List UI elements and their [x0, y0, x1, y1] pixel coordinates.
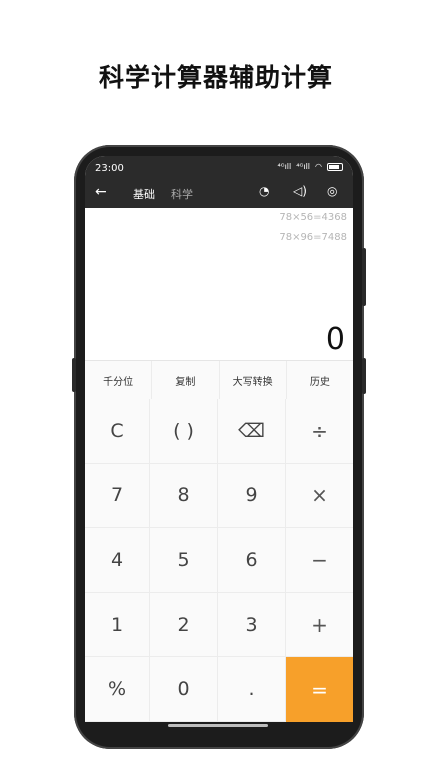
signal-icon-2: ⁴ᴳıll [296, 162, 311, 171]
key-multiply[interactable]: × [286, 464, 353, 529]
status-icons: ⁴ᴳıll ⁴ᴳıll ◠ [277, 162, 343, 171]
wifi-icon: ◠ [315, 162, 322, 171]
result-value: 0 [325, 322, 345, 357]
phone-side-button-right-bottom [362, 358, 366, 394]
sound-icon[interactable]: ◁) [293, 184, 307, 198]
key-clear[interactable]: C [85, 399, 150, 464]
key-parentheses[interactable]: ( ) [150, 399, 218, 464]
phone-side-button-left [72, 358, 76, 392]
key-minus[interactable]: − [286, 528, 353, 593]
thousands-separator-button[interactable]: 千分位 [85, 361, 153, 399]
key-plus[interactable]: + [286, 593, 353, 658]
phone-side-button-right-top [362, 248, 366, 306]
key-1[interactable]: 1 [85, 592, 150, 658]
copy-button[interactable]: 复制 [152, 361, 220, 399]
key-8[interactable]: 8 [150, 463, 218, 529]
key-9[interactable]: 9 [218, 463, 286, 529]
key-backspace[interactable]: ⌫ [218, 399, 286, 464]
uppercase-convert-button[interactable]: 大写转换 [220, 361, 287, 399]
key-4[interactable]: 4 [85, 528, 150, 593]
signal-icon: ⁴ᴳıll [277, 162, 292, 171]
back-arrow-icon[interactable]: ← [95, 184, 107, 200]
function-row: 千分位 复制 大写转换 历史 [85, 360, 353, 400]
key-5[interactable]: 5 [150, 528, 218, 593]
history-line[interactable]: 78×56=4368 [279, 212, 347, 223]
key-decimal[interactable]: . [218, 657, 286, 722]
tab-science[interactable]: 科学 [171, 186, 193, 202]
history-line[interactable]: 78×96=7488 [279, 232, 347, 243]
calculator-display: 78×56=4368 78×96=7488 0 [85, 208, 353, 360]
key-0[interactable]: 0 [150, 657, 218, 722]
home-indicator [168, 724, 268, 727]
key-divide[interactable]: ÷ [286, 399, 353, 464]
phone-screen: 23:00 ⁴ᴳıll ⁴ᴳıll ◠ ← 基础 科学 ◔ ◁) ◎ 78×56… [85, 156, 353, 722]
page-headline: 科学计算器辅助计算 [98, 63, 333, 92]
key-7[interactable]: 7 [85, 463, 150, 529]
key-2[interactable]: 2 [150, 592, 218, 658]
tab-basic[interactable]: 基础 [133, 186, 155, 202]
app-top-bar: 23:00 ⁴ᴳıll ⁴ᴳıll ◠ ← 基础 科学 ◔ ◁) ◎ [85, 156, 353, 208]
status-time: 23:00 [95, 163, 124, 174]
key-equals[interactable]: = [286, 657, 353, 722]
key-3[interactable]: 3 [218, 592, 286, 658]
keypad: C ( ) ⌫ ÷ 7 8 9 × 4 5 6 − 1 2 3 + % 0 . … [85, 399, 353, 722]
key-6[interactable]: 6 [218, 528, 286, 593]
key-percent[interactable]: % [85, 657, 150, 722]
theme-icon[interactable]: ◎ [327, 184, 337, 198]
history-clock-icon[interactable]: ◔ [259, 184, 269, 198]
history-button[interactable]: 历史 [287, 361, 353, 399]
battery-icon [327, 162, 343, 171]
